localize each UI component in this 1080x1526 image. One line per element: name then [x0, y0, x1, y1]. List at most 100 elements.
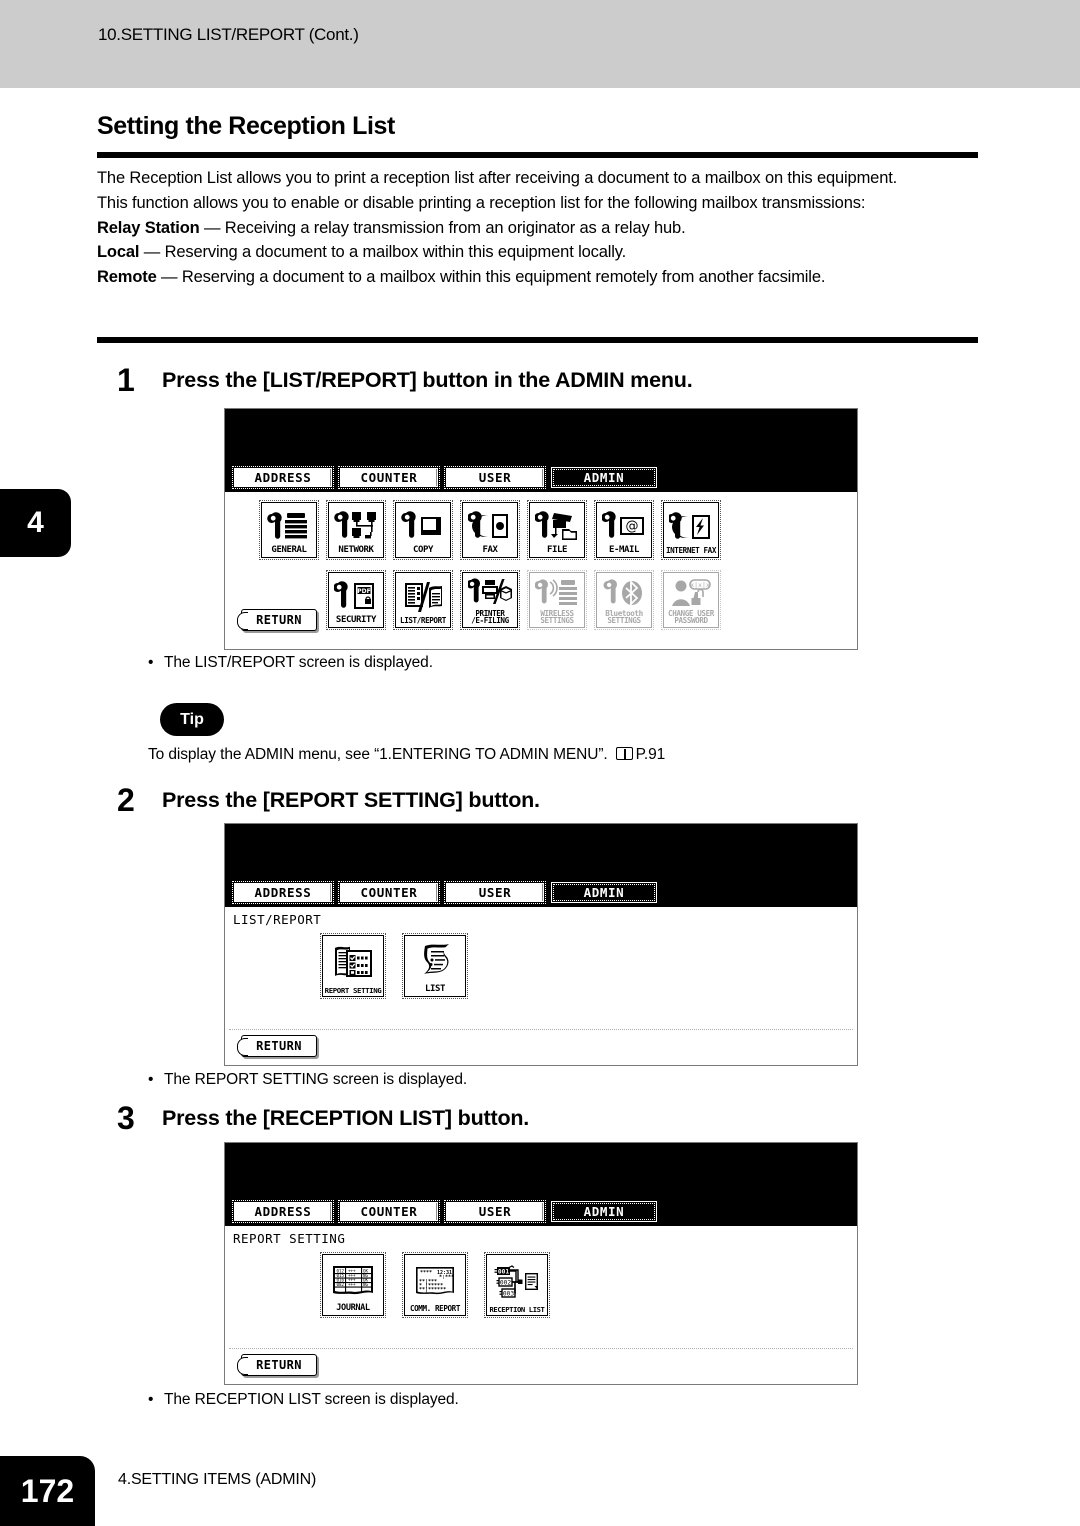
lcd-top-black-area-2: [225, 824, 857, 880]
wireless-label-line2: SETTINGS: [540, 616, 574, 626]
button-network[interactable]: NETWORK: [326, 500, 386, 560]
svg-text:**|******: **|******: [419, 1287, 446, 1293]
svg-text:003: 003: [503, 1290, 514, 1297]
report-setting-icon: [323, 936, 383, 987]
list-sheet-icon: [405, 936, 465, 985]
wrench-file-folder-icon: [530, 503, 584, 546]
tab-counter-3[interactable]: COUNTER: [338, 1200, 440, 1223]
reception-list-icon: 001 002 003: [487, 1255, 547, 1306]
footer-page-tab: 172: [0, 1456, 95, 1526]
book-reference-icon: [615, 747, 633, 760]
button-printer-efiling[interactable]: PRINTER/E-FILING: [460, 570, 520, 630]
tab-address-1[interactable]: ADDRESS: [232, 466, 334, 489]
comm-report-icon: **** 12:31 *:*** **|*** * |***** **|****…: [405, 1255, 465, 1305]
svg-text:+++: +++: [348, 1282, 356, 1287]
button-file[interactable]: FILE: [527, 500, 587, 560]
svg-text:001: 001: [498, 1268, 509, 1275]
bullet-dot-3: •: [148, 1391, 154, 1408]
tab-counter-1[interactable]: COUNTER: [338, 466, 440, 489]
button-copy[interactable]: COPY: [393, 500, 453, 560]
tab-address-2[interactable]: ADDRESS: [232, 881, 334, 904]
tab-user-2[interactable]: USER: [444, 881, 546, 904]
button-general-label: GENERAL: [271, 545, 307, 555]
step-3-note: • The RECEPTION LIST screen is displayed.: [148, 1391, 459, 1409]
tip-body-text: To display the ADMIN menu, see “1.ENTERI…: [148, 746, 608, 763]
lcd-top-black-area-1: [225, 409, 857, 465]
tab-counter-2[interactable]: COUNTER: [338, 881, 440, 904]
button-comm-report-label: COMM. REPORT: [409, 1304, 461, 1314]
lcd-body-1: GENERAL NETWORK COPY FAX FILE @ E-MAIL I…: [225, 492, 857, 649]
term-dash-0: —: [199, 218, 225, 237]
lcd-body-2: LIST/REPORT REPORT SETTING LIST RETURN: [225, 907, 857, 1065]
button-network-label: NETWORK: [338, 545, 374, 555]
return-button-3[interactable]: RETURN: [237, 1354, 317, 1376]
button-email[interactable]: @ E-MAIL: [594, 500, 654, 560]
button-report-setting-label: REPORT SETTING: [324, 985, 382, 995]
wrench-page-icon: [396, 503, 450, 546]
tip-badge-label: Tip: [180, 710, 204, 728]
intro-paragraph-2: This function allows you to enable or di…: [97, 193, 866, 212]
button-security[interactable]: PDF SECURITY: [326, 570, 386, 630]
tab-admin-2[interactable]: ADMIN: [551, 882, 657, 903]
button-report-setting[interactable]: REPORT SETTING: [320, 933, 386, 999]
divider-dotted-2: [229, 1029, 853, 1030]
wrench-wireless-icon: [530, 573, 584, 610]
printer-label-line2: /E-FILING: [471, 616, 509, 626]
running-head: 10.SETTING LIST/REPORT (Cont.): [98, 25, 359, 44]
tabbar-3: ADDRESS COUNTER USER ADMIN: [225, 1199, 857, 1226]
tab-admin-3[interactable]: ADMIN: [551, 1201, 657, 1222]
button-change-user-password-label: CHANGE USER PASSWORD: [664, 609, 718, 627]
step-2-note-text: The REPORT SETTING screen is displayed.: [164, 1071, 468, 1088]
button-fax-label: FAX: [482, 545, 498, 555]
step-3-note-text: The RECEPTION LIST screen is displayed.: [164, 1391, 459, 1408]
button-comm-report[interactable]: **** 12:31 *:*** **|*** * |***** **|****…: [402, 1252, 468, 1318]
step-2-text: Press the [REPORT SETTING] button.: [162, 788, 540, 812]
step-1-number: 1: [117, 362, 135, 398]
button-internet-fax-label: INTERNET FAX: [665, 546, 717, 556]
button-journal-label: JOURNAL: [336, 1303, 370, 1314]
return-button-2[interactable]: RETURN: [237, 1035, 317, 1057]
lcd-top-black-area-3: [225, 1143, 857, 1199]
intro-text-block: The Reception List allows you to print a…: [97, 166, 982, 290]
wrench-pdf-lock-icon: PDF: [329, 573, 383, 616]
button-reception-list-label: RECEPTION LIST: [489, 1304, 545, 1314]
svg-text:082: 082: [337, 1282, 345, 1287]
button-list-report-label: LIST/REPORT: [400, 616, 446, 626]
definition-relay-station: Receiving a relay transmission from an o…: [224, 218, 686, 237]
return-button-1[interactable]: RETURN: [237, 609, 317, 631]
button-list[interactable]: LIST: [402, 933, 468, 999]
tab-user-3[interactable]: USER: [444, 1200, 546, 1223]
tab-admin-1[interactable]: ADMIN: [551, 467, 657, 488]
tabbar-2: ADDRESS COUNTER USER ADMIN: [225, 880, 857, 907]
chapter-side-tab: 4: [0, 489, 71, 557]
step-1-text: Press the [LIST/REPORT] button in the AD…: [162, 368, 693, 392]
button-wireless-settings: WIRELESS SETTINGS: [527, 570, 587, 630]
screenshot-report-setting: ADDRESS COUNTER USER ADMIN REPORT SETTIN…: [224, 1142, 858, 1385]
button-list-report[interactable]: LIST/REPORT: [393, 570, 453, 630]
button-change-user-password: x|x|x CHANGE USER PASSWORD: [661, 570, 721, 630]
breadcrumb-report-setting: REPORT SETTING: [233, 1231, 346, 1246]
journal-table-icon: 012 +++ OK 015 +++ NG 016 +++ OK 082 +++ NG: [323, 1255, 383, 1304]
divider-dotted-3: [229, 1348, 853, 1349]
step-1-note-text: The LIST/REPORT screen is displayed.: [164, 654, 433, 671]
button-file-label: FILE: [546, 545, 568, 555]
button-journal[interactable]: 012 +++ OK 015 +++ NG 016 +++ OK 082 +++ NG JOUR…: [320, 1252, 386, 1318]
button-fax[interactable]: FAX: [460, 500, 520, 560]
button-reception-list[interactable]: 001 002 003 RECEPTION LIST: [484, 1252, 550, 1318]
tab-address-3[interactable]: ADDRESS: [232, 1200, 334, 1223]
wrench-handset-icon: [463, 503, 517, 546]
page-title: Setting the Reception List: [97, 112, 395, 140]
breadcrumb-list-report: LIST/REPORT: [233, 912, 322, 927]
wrench-network-icon: [329, 503, 383, 546]
button-copy-label: COPY: [412, 545, 434, 555]
tab-user-1[interactable]: USER: [444, 466, 546, 489]
intro-paragraph-1: The Reception List allows you to print a…: [97, 169, 898, 187]
button-internet-fax[interactable]: INTERNET FAX: [661, 500, 721, 560]
step-2-note: • The REPORT SETTING screen is displayed.: [148, 1071, 467, 1089]
button-general[interactable]: GENERAL: [259, 500, 319, 560]
title-rule-bottom: [97, 337, 978, 343]
bullet-dot-2: •: [148, 1071, 154, 1088]
bluetooth-label-line2: SETTINGS: [607, 616, 641, 626]
button-security-label: SECURITY: [335, 615, 377, 625]
definition-local: Reserving a document to a mailbox within…: [164, 243, 627, 262]
